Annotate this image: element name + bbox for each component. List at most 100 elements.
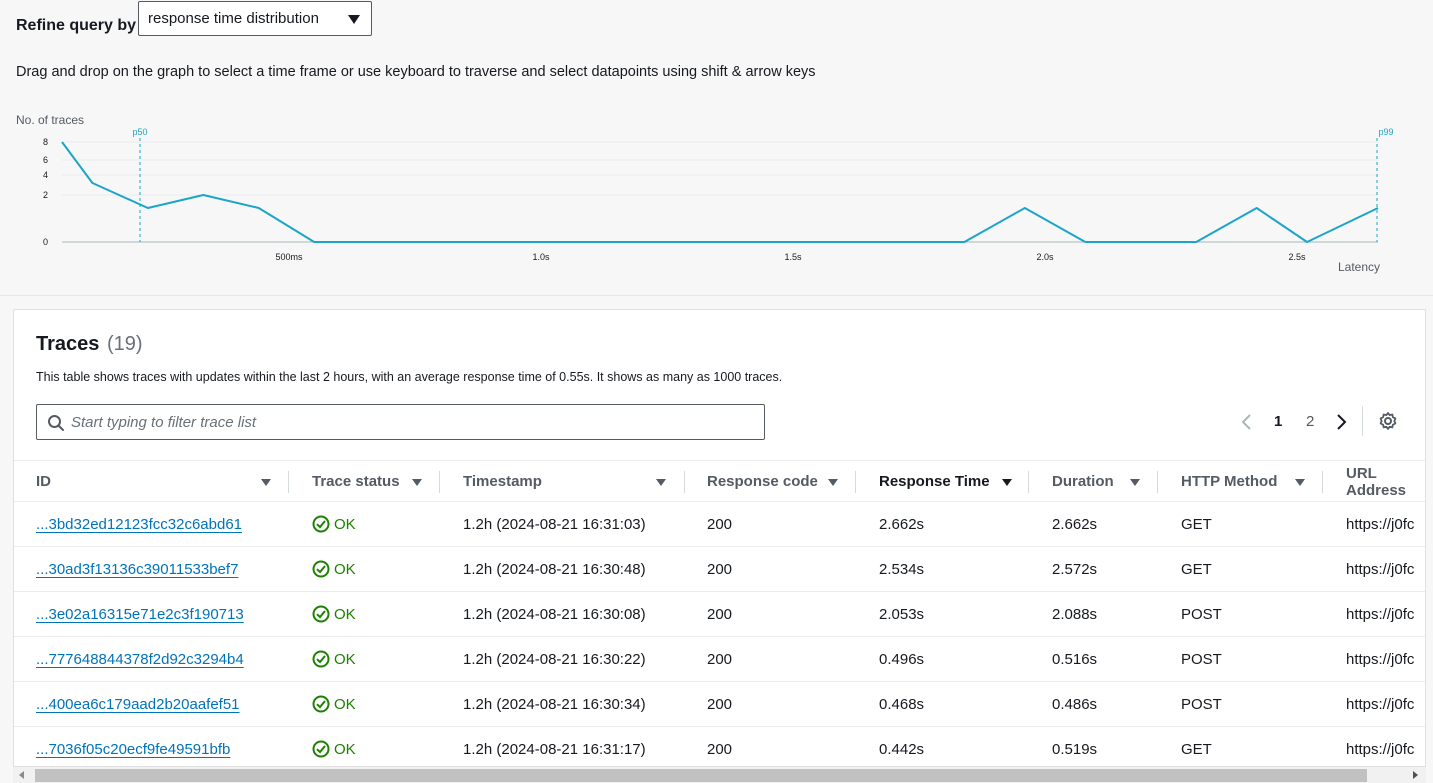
response-code: 200 xyxy=(707,650,733,668)
response-code-cell: 200 xyxy=(707,502,732,546)
http-method: GET xyxy=(1181,560,1212,578)
trace-id-link[interactable]: ...400ea6c179aad2b20aafef51 xyxy=(36,696,240,713)
horizontal-scrollbar[interactable] xyxy=(13,766,1426,783)
http-method-cell: POST xyxy=(1181,637,1222,681)
http-method-cell: GET xyxy=(1181,547,1212,591)
trace-timestamp-cell: 1.2h (2024-08-21 16:30:08) xyxy=(463,592,646,636)
sort-caret-icon[interactable] xyxy=(828,479,838,486)
trace-timestamp-cell: 1.2h (2024-08-21 16:31:17) xyxy=(463,727,646,771)
col-id-label: ID xyxy=(36,473,51,490)
duration-cell: 2.572s xyxy=(1052,547,1097,591)
trace-filter-input[interactable] xyxy=(71,405,751,439)
scrollbar-thumb[interactable] xyxy=(35,769,1367,782)
chevron-left-icon[interactable] xyxy=(1240,412,1254,432)
trace-id-link[interactable]: ...777648844378f2d92c3294b4 xyxy=(36,651,244,668)
check-circle-icon xyxy=(312,740,330,758)
response-code-cell: 200 xyxy=(707,727,732,771)
col-url-address[interactable]: URL Address xyxy=(1346,461,1425,502)
trace-id-link-cell[interactable]: ...3bd32ed12123fcc32c6abd61 xyxy=(36,502,242,546)
col-response-code-label: Response code xyxy=(707,473,818,490)
trace-id-link[interactable]: ...3bd32ed12123fcc32c6abd61 xyxy=(36,516,242,533)
duration: 0.486s xyxy=(1052,695,1098,713)
col-duration[interactable]: Duration xyxy=(1052,461,1114,502)
trace-timestamp: 1.2h (2024-08-21 16:30:08) xyxy=(463,605,646,623)
gear-icon[interactable] xyxy=(1378,411,1398,431)
table-row: ...777648844378f2d92c3294b4 OK 1.2h (2024-… xyxy=(14,637,1425,682)
section-divider xyxy=(0,295,1433,296)
url-address: https://j0fc xyxy=(1346,695,1415,713)
sort-caret-icon[interactable] xyxy=(412,479,422,486)
trace-timestamp-cell: 1.2h (2024-08-21 16:30:22) xyxy=(463,637,646,681)
response-time-cell: 0.496s xyxy=(879,637,924,681)
col-response-code[interactable]: Response code xyxy=(707,461,818,502)
latency-distribution-chart[interactable]: No. of traces 0 2 4 6 8 500ms 1.0s 1.5s 2.0s 2.5s L… xyxy=(0,105,1433,290)
trace-id-link-cell[interactable]: ...400ea6c179aad2b20aafef51 xyxy=(36,682,240,726)
trace-status-cell: OK xyxy=(312,547,356,591)
http-method: GET xyxy=(1181,515,1212,533)
page-2-button[interactable]: 2 xyxy=(1306,413,1314,430)
search-icon xyxy=(48,415,64,431)
trace-id-link-cell[interactable]: ...30ad3f13136c39011533bef7 xyxy=(36,547,238,591)
y-tick-label: 0 xyxy=(43,237,48,247)
response-code: 200 xyxy=(707,605,733,623)
url-address-cell: https://j0fc xyxy=(1346,502,1414,546)
sort-caret-icon[interactable] xyxy=(1295,479,1305,486)
sort-caret-icon[interactable] xyxy=(261,479,271,486)
http-method: POST xyxy=(1181,605,1222,623)
trace-timestamp: 1.2h (2024-08-21 16:30:48) xyxy=(463,560,646,578)
col-response-time[interactable]: Response Time xyxy=(879,461,990,502)
url-address-cell: https://j0fc xyxy=(1346,682,1414,726)
col-timestamp[interactable]: Timestamp xyxy=(463,461,542,502)
scroll-right-arrow-icon[interactable] xyxy=(1413,771,1418,779)
col-url-address-label: URL Address xyxy=(1346,464,1407,499)
sort-descending-icon[interactable] xyxy=(1002,479,1012,486)
traces-description: This table shows traces with updates wit… xyxy=(36,370,783,384)
scroll-left-arrow-icon[interactable] xyxy=(19,771,24,779)
table-row: ...3bd32ed12123fcc32c6abd61 OK 1.2h (2024-… xyxy=(14,502,1425,547)
refine-query-select[interactable]: response time distribution xyxy=(138,1,372,36)
column-divider xyxy=(684,471,685,493)
duration-cell: 0.516s xyxy=(1052,637,1097,681)
response-code: 200 xyxy=(707,515,733,533)
chevron-right-icon[interactable] xyxy=(1334,412,1348,432)
response-code-cell: 200 xyxy=(707,682,732,726)
response-code: 200 xyxy=(707,695,733,713)
trace-timestamp: 1.2h (2024-08-21 16:30:34) xyxy=(463,695,646,713)
x-tick-label: 2.0s xyxy=(1036,252,1054,262)
traces-table-header: ID Trace status Timestamp Response code … xyxy=(14,460,1425,502)
url-address: https://j0fc xyxy=(1346,650,1415,668)
http-method: POST xyxy=(1181,650,1222,668)
response-time: 0.496s xyxy=(879,650,925,668)
status-ok: OK xyxy=(312,695,356,713)
column-divider xyxy=(439,471,440,493)
check-circle-icon xyxy=(312,695,330,713)
chart-instructions: Drag and drop on the graph to select a t… xyxy=(16,64,816,80)
col-trace-status[interactable]: Trace status xyxy=(312,461,400,502)
y-tick-label: 6 xyxy=(43,155,48,165)
response-time-cell: 2.662s xyxy=(879,502,924,546)
traces-title-text: Traces xyxy=(36,333,100,355)
trace-id-link-cell[interactable]: ...777648844378f2d92c3294b4 xyxy=(36,637,244,681)
trace-id-link[interactable]: ...7036f05c20ecf9fe49591bfb xyxy=(36,741,230,758)
trace-timestamp-cell: 1.2h (2024-08-21 16:30:48) xyxy=(463,547,646,591)
url-address-cell: https://j0fc xyxy=(1346,727,1414,771)
sort-caret-icon[interactable] xyxy=(1130,479,1140,486)
latency-chart-svg[interactable]: No. of traces 0 2 4 6 8 500ms 1.0s 1.5s 2.0s 2.5s L… xyxy=(0,105,1433,290)
trace-filter[interactable] xyxy=(36,404,765,440)
http-method-cell: POST xyxy=(1181,592,1222,636)
trace-id-link[interactable]: ...3e02a16315e71e2c3f190713 xyxy=(36,606,244,623)
trace-id-link[interactable]: ...30ad3f13136c39011533bef7 xyxy=(36,561,238,578)
url-address: https://j0fc xyxy=(1346,560,1415,578)
response-code-cell: 200 xyxy=(707,637,732,681)
trace-timestamp-cell: 1.2h (2024-08-21 16:31:03) xyxy=(463,502,646,546)
response-time-cell: 2.053s xyxy=(879,592,924,636)
col-http-method[interactable]: HTTP Method xyxy=(1181,461,1277,502)
sort-caret-icon[interactable] xyxy=(656,479,666,486)
trace-id-link-cell[interactable]: ...7036f05c20ecf9fe49591bfb xyxy=(36,727,230,771)
col-id[interactable]: ID xyxy=(36,461,51,502)
url-address-cell: https://j0fc xyxy=(1346,637,1414,681)
col-duration-label: Duration xyxy=(1052,473,1114,490)
page-1-button[interactable]: 1 xyxy=(1274,413,1282,430)
status-ok: OK xyxy=(312,515,356,533)
trace-id-link-cell[interactable]: ...3e02a16315e71e2c3f190713 xyxy=(36,592,244,636)
